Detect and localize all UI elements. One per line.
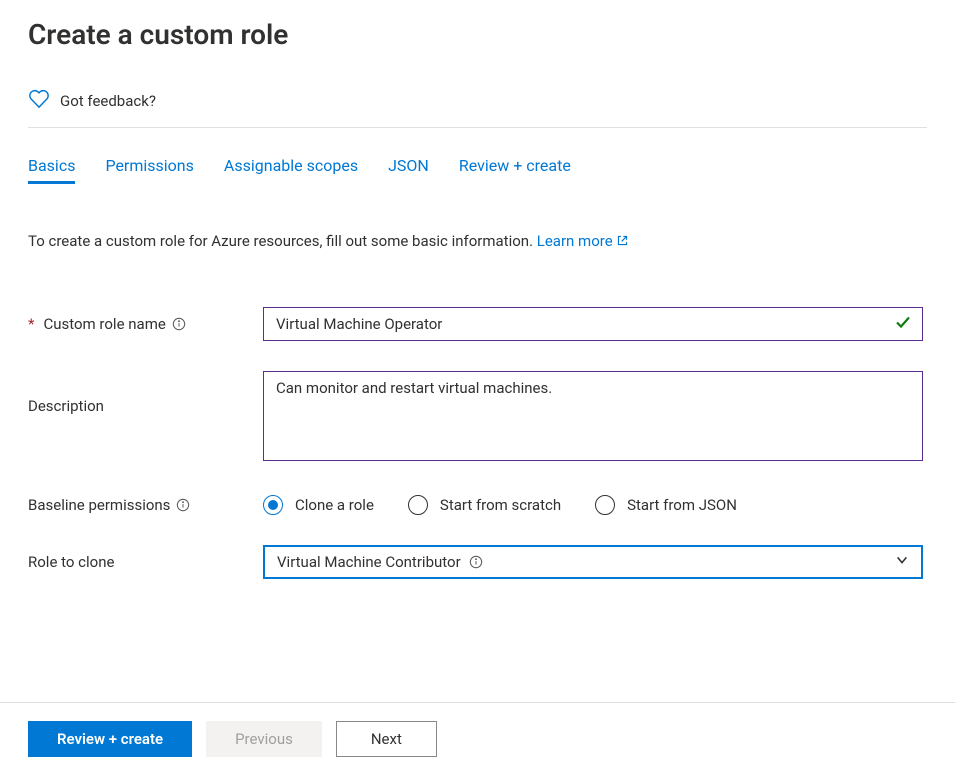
- radio-label: Start from scratch: [440, 496, 561, 514]
- role-name-label: * Custom role name: [28, 315, 263, 333]
- radio-icon: [595, 495, 615, 515]
- info-icon[interactable]: [176, 498, 190, 512]
- radio-clone-a-role[interactable]: Clone a role: [263, 495, 374, 515]
- tab-json[interactable]: JSON: [388, 156, 429, 184]
- intro-text: To create a custom role for Azure resour…: [28, 232, 927, 251]
- radio-label: Clone a role: [295, 496, 374, 514]
- learn-more-link[interactable]: Learn more: [537, 232, 613, 250]
- role-to-clone-value: Virtual Machine Contributor: [277, 553, 461, 571]
- baseline-label-text: Baseline permissions: [28, 496, 170, 514]
- radio-label: Start from JSON: [627, 496, 737, 514]
- radio-start-from-json[interactable]: Start from JSON: [595, 495, 737, 515]
- external-link-icon: [616, 233, 629, 251]
- feedback-link[interactable]: Got feedback?: [28, 89, 927, 128]
- radio-start-from-scratch[interactable]: Start from scratch: [408, 495, 561, 515]
- check-icon: [895, 314, 911, 334]
- tab-basics[interactable]: Basics: [28, 156, 75, 184]
- role-to-clone-select[interactable]: Virtual Machine Contributor: [263, 545, 923, 579]
- tab-review-create[interactable]: Review + create: [459, 156, 571, 184]
- review-create-button[interactable]: Review + create: [28, 721, 192, 757]
- baseline-label: Baseline permissions: [28, 496, 263, 514]
- role-to-clone-label: Role to clone: [28, 553, 263, 571]
- radio-icon: [263, 495, 283, 515]
- description-input[interactable]: [263, 371, 923, 461]
- tab-permissions[interactable]: Permissions: [105, 156, 193, 184]
- heart-icon: [28, 89, 50, 113]
- tab-assignable-scopes[interactable]: Assignable scopes: [224, 156, 358, 184]
- feedback-text: Got feedback?: [60, 92, 156, 110]
- role-to-clone-label-text: Role to clone: [28, 553, 114, 571]
- description-label-text: Description: [28, 397, 104, 415]
- role-name-input[interactable]: [263, 307, 923, 341]
- required-asterisk: *: [28, 315, 34, 333]
- page-title: Create a custom role: [28, 18, 927, 51]
- previous-button: Previous: [206, 721, 322, 757]
- next-button[interactable]: Next: [336, 721, 437, 757]
- baseline-radio-group: Clone a role Start from scratch Start fr…: [263, 495, 923, 515]
- chevron-down-icon: [895, 553, 909, 571]
- info-icon[interactable]: [469, 555, 483, 569]
- description-label: Description: [28, 371, 263, 415]
- tabs: Basics Permissions Assignable scopes JSO…: [28, 156, 927, 184]
- info-icon[interactable]: [172, 317, 186, 331]
- intro-body: To create a custom role for Azure resour…: [28, 232, 537, 250]
- role-name-label-text: Custom role name: [43, 315, 165, 333]
- radio-icon: [408, 495, 428, 515]
- footer-bar: Review + create Previous Next: [0, 702, 955, 775]
